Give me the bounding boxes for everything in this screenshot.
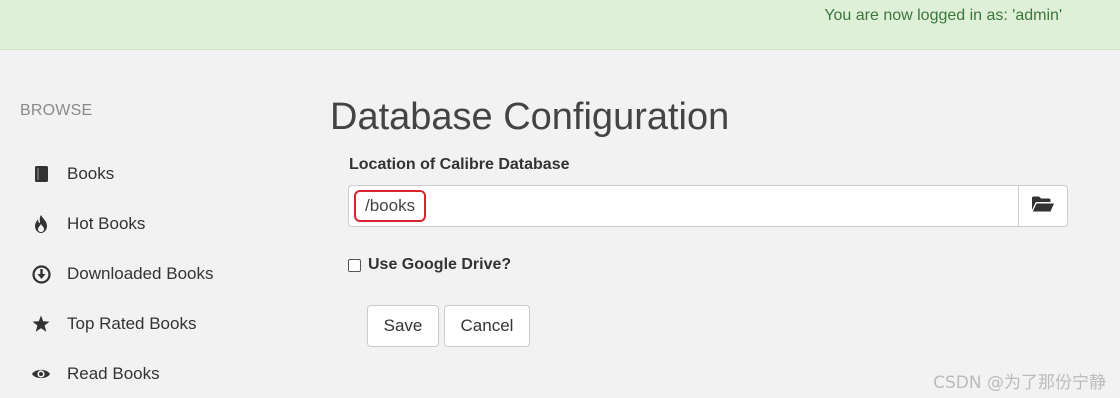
sidebar-item-top-rated-books[interactable]: Top Rated Books	[30, 311, 196, 337]
google-drive-option[interactable]: Use Google Drive?	[348, 256, 511, 274]
sidebar-item-label: Downloaded Books	[67, 264, 214, 283]
cancel-button[interactable]: Cancel	[444, 305, 530, 347]
google-drive-label: Use Google Drive?	[368, 256, 512, 273]
browse-folder-button[interactable]	[1018, 185, 1068, 227]
sidebar-item-read-books[interactable]: Read Books	[30, 361, 160, 387]
book-icon	[30, 163, 52, 185]
sidebar-item-books[interactable]: Books	[30, 161, 114, 187]
login-status-message: You are now logged in as: 'admin'	[824, 7, 1062, 24]
save-button[interactable]: Save	[367, 305, 439, 347]
sidebar-heading: BROWSE	[20, 102, 93, 119]
database-location-input[interactable]: /books	[348, 185, 1018, 227]
sidebar-item-downloaded-books[interactable]: Downloaded Books	[30, 261, 213, 287]
database-location-label: Location of Calibre Database	[349, 156, 570, 173]
login-alert-bar: You are now logged in as: 'admin'	[0, 0, 1120, 50]
database-location-group: /books	[348, 185, 1068, 227]
sidebar-item-label: Books	[67, 164, 115, 183]
database-location-value: /books	[354, 190, 427, 222]
page-title: Database Configuration	[330, 96, 730, 138]
sidebar-item-label: Read Books	[67, 364, 160, 383]
eye-icon	[30, 363, 52, 385]
sidebar-item-hot-books[interactable]: Hot Books	[30, 211, 145, 237]
sidebar-item-label: Top Rated Books	[67, 314, 197, 333]
folder-open-icon	[1031, 195, 1055, 218]
fire-icon	[30, 213, 52, 235]
google-drive-checkbox[interactable]	[348, 258, 361, 272]
download-circle-icon	[30, 263, 52, 285]
sidebar-item-label: Hot Books	[67, 214, 146, 233]
watermark: CSDN @为了那份宁静	[933, 373, 1106, 393]
star-icon	[30, 313, 52, 335]
